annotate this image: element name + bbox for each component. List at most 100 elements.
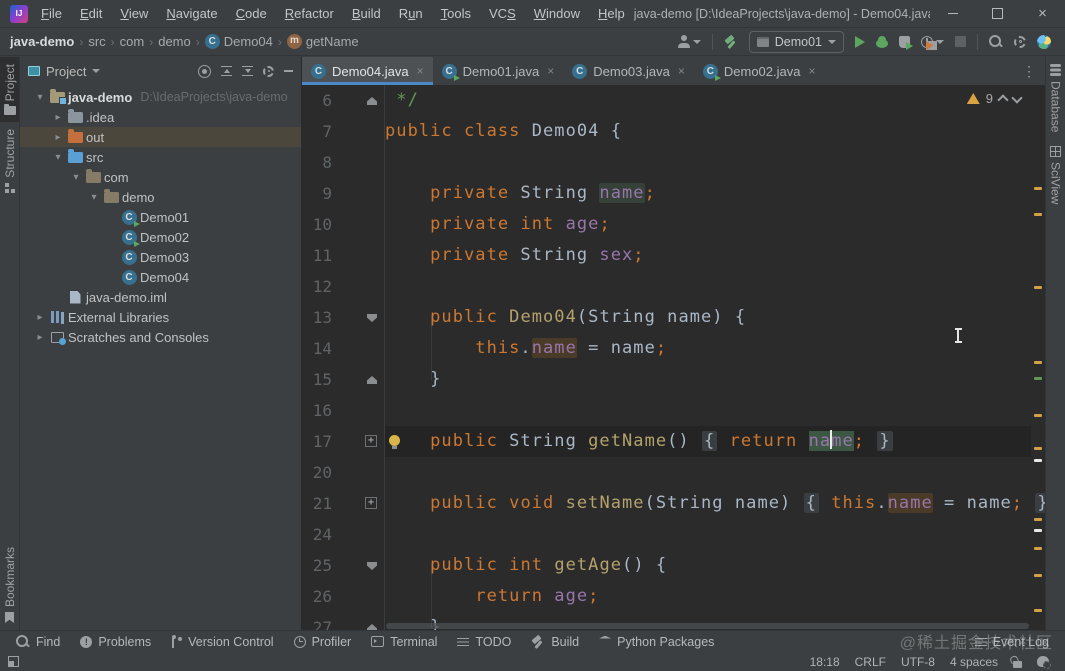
- fold-down-icon[interactable]: [367, 562, 377, 570]
- code-text[interactable]: */: [385, 85, 1031, 116]
- run-icon[interactable]: [855, 35, 865, 48]
- tree-item-java-demo[interactable]: ▾ java-demo D:\IdeaProjects\java-demo: [20, 87, 301, 107]
- maximize-icon[interactable]: [975, 0, 1020, 28]
- line-number[interactable]: 12: [302, 271, 336, 302]
- line-number[interactable]: 11: [302, 240, 336, 271]
- gutter[interactable]: [336, 85, 385, 116]
- code-text[interactable]: this.name = name;: [385, 333, 1031, 364]
- line-number[interactable]: 13: [302, 302, 336, 333]
- gutter[interactable]: [336, 519, 385, 550]
- tree-item-Demo03[interactable]: Demo03: [20, 247, 301, 267]
- tree-item-External Libraries[interactable]: ▸ External Libraries: [20, 307, 301, 327]
- expand-all-icon[interactable]: [221, 65, 232, 77]
- tree-chevron-icon[interactable]: ▸: [32, 312, 48, 323]
- gutter[interactable]: [336, 271, 385, 302]
- stripe-tab-project[interactable]: Project: [0, 57, 19, 123]
- close-tab-icon[interactable]: ×: [547, 64, 554, 78]
- tool-button-profiler[interactable]: Profiler: [284, 631, 362, 652]
- tool-button-version-control[interactable]: Version Control: [161, 631, 283, 652]
- code-line-15[interactable]: 15 }: [302, 364, 1031, 395]
- tree-chevron-icon[interactable]: ▾: [32, 92, 48, 103]
- code-line-16[interactable]: 16: [302, 395, 1031, 426]
- menu-code[interactable]: Code: [227, 6, 276, 21]
- collapse-all-icon[interactable]: [242, 65, 253, 77]
- close-icon[interactable]: ×: [1020, 0, 1065, 28]
- menu-view[interactable]: View: [111, 6, 157, 21]
- tool-button-build[interactable]: Build: [521, 631, 589, 652]
- code-text[interactable]: return age;: [385, 581, 1031, 612]
- prev-problem-icon[interactable]: [997, 94, 1009, 106]
- code-line-10[interactable]: 10 private int age;: [302, 209, 1031, 240]
- close-tab-icon[interactable]: ×: [678, 64, 685, 78]
- panel-settings-gear-icon[interactable]: [263, 65, 274, 77]
- gutter[interactable]: [336, 457, 385, 488]
- hide-panel-icon[interactable]: [284, 70, 293, 72]
- run-configuration-select[interactable]: Demo01: [748, 30, 844, 53]
- stripe-tab-database[interactable]: Database: [1046, 57, 1065, 139]
- tree-item-Demo02[interactable]: Demo02: [20, 227, 301, 247]
- close-tab-icon[interactable]: ×: [808, 64, 815, 78]
- stripe-tab-structure[interactable]: Structure: [0, 122, 19, 200]
- tree-item-Demo04[interactable]: Demo04: [20, 267, 301, 287]
- search-everywhere-icon[interactable]: [989, 34, 1003, 49]
- gutter[interactable]: [336, 209, 385, 240]
- tree-chevron-icon[interactable]: ▾: [86, 192, 102, 203]
- line-number[interactable]: 15: [302, 364, 336, 395]
- gutter[interactable]: [336, 240, 385, 271]
- line-number[interactable]: 6: [302, 85, 336, 116]
- code-line-11[interactable]: 11 private String sex;: [302, 240, 1031, 271]
- tree-item-.idea[interactable]: ▸ .idea: [20, 107, 301, 127]
- next-problem-icon[interactable]: [1011, 91, 1023, 104]
- chevron-down-icon[interactable]: [92, 69, 101, 73]
- menu-edit[interactable]: Edit: [71, 6, 111, 21]
- tree-item-src[interactable]: ▾ src: [20, 147, 301, 167]
- line-number[interactable]: 25: [302, 550, 336, 581]
- menu-window[interactable]: Window: [525, 6, 589, 21]
- gutter[interactable]: [336, 550, 385, 581]
- code-line-12[interactable]: 12: [302, 271, 1031, 302]
- tree-chevron-icon[interactable]: ▸: [50, 132, 66, 143]
- inspection-profile-icon[interactable]: [1037, 656, 1051, 669]
- lock-icon[interactable]: [1013, 660, 1022, 668]
- code-line-9[interactable]: 9 private String name;: [302, 178, 1031, 209]
- line-number[interactable]: 10: [302, 209, 336, 240]
- line-number[interactable]: 17: [302, 426, 336, 457]
- fold-plus-icon[interactable]: [365, 435, 377, 447]
- line-number[interactable]: 24: [302, 519, 336, 550]
- gutter[interactable]: [336, 333, 385, 364]
- fold-up-icon[interactable]: [367, 376, 377, 384]
- tree-item-out[interactable]: ▸ out: [20, 127, 301, 147]
- code-text[interactable]: public class Demo04 {: [385, 116, 1031, 147]
- code-editor[interactable]: 6 */7 public class Demo04 {8 9 private Str…: [302, 85, 1045, 630]
- code-text[interactable]: private String name;: [385, 178, 1031, 209]
- code-text[interactable]: public void setName(String name) { this.…: [385, 488, 1045, 519]
- code-text[interactable]: [385, 271, 1031, 302]
- gutter[interactable]: [336, 178, 385, 209]
- tool-button-todo[interactable]: TODO: [447, 631, 521, 652]
- gutter[interactable]: [336, 395, 385, 426]
- line-number[interactable]: 20: [302, 457, 336, 488]
- locate-file-icon[interactable]: [198, 64, 211, 78]
- code-text[interactable]: public int getAge() {: [385, 550, 1031, 581]
- code-line-14[interactable]: 14 this.name = name;: [302, 333, 1031, 364]
- run-with-coverage-icon[interactable]: [899, 35, 913, 50]
- editor-tab-Demo02.java[interactable]: Demo02.java ×: [694, 57, 825, 85]
- project-panel-title[interactable]: Project: [46, 64, 86, 79]
- gutter[interactable]: [336, 302, 385, 333]
- gutter[interactable]: [336, 426, 385, 457]
- code-line-13[interactable]: 13 public Demo04(String name) {: [302, 302, 1031, 333]
- breadcrumb-item-com[interactable]: com: [120, 34, 145, 49]
- breadcrumb-item-java-demo[interactable]: java-demo: [10, 34, 74, 49]
- line-number[interactable]: 21: [302, 488, 336, 519]
- gutter[interactable]: [336, 612, 385, 630]
- build-project-icon[interactable]: [724, 35, 738, 49]
- menu-build[interactable]: Build: [343, 6, 390, 21]
- tool-button-python-packages[interactable]: Python Packages: [589, 631, 724, 652]
- code-text[interactable]: private int age;: [385, 209, 1031, 240]
- editor-tab-Demo03.java[interactable]: Demo03.java ×: [563, 57, 694, 85]
- menu-navigate[interactable]: Navigate: [157, 6, 226, 21]
- file-encoding[interactable]: UTF-8: [901, 655, 935, 669]
- breadcrumb-item-demo[interactable]: demo: [158, 34, 191, 49]
- tree-item-demo[interactable]: ▾ demo: [20, 187, 301, 207]
- code-text[interactable]: public Demo04(String name) {: [385, 302, 1031, 333]
